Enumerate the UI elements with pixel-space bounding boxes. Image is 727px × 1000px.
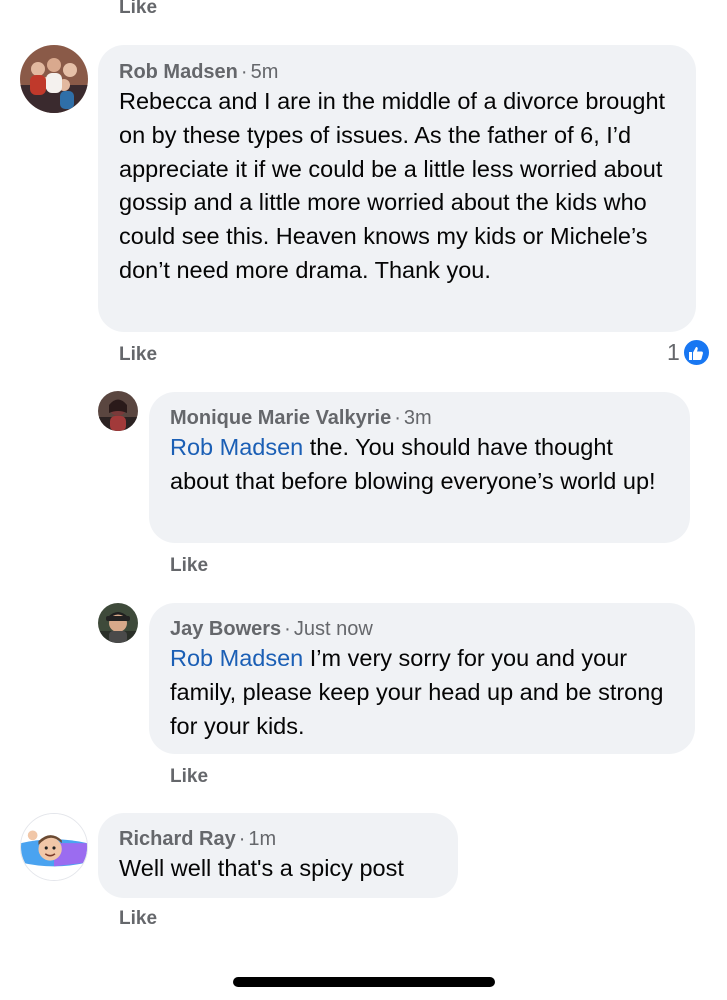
comment-meta: Monique Marie Valkyrie · 3m — [170, 407, 432, 429]
like-button[interactable]: Like — [119, 344, 157, 366]
comment-text-block: Rob Madsen I’m very sorry for you and yo… — [170, 642, 675, 743]
like-button[interactable]: Like — [170, 555, 208, 577]
comment-text: Well well that's a spicy post — [119, 855, 404, 881]
comment-author[interactable]: Monique Marie Valkyrie — [170, 407, 391, 429]
comment-text-block: Rob Madsen the. You should have thought … — [170, 431, 670, 499]
comment-time: 3m — [403, 407, 432, 429]
avatar[interactable] — [98, 391, 138, 431]
thumbs-up-icon — [681, 338, 711, 367]
comment-meta: Rob Madsen · 5m — [119, 61, 279, 83]
profile-photo-icon — [98, 603, 138, 643]
avatar[interactable] — [20, 813, 88, 881]
avatar[interactable] — [20, 45, 88, 113]
reaction-count: 1 — [667, 339, 680, 365]
comment-author[interactable]: Richard Ray — [119, 828, 236, 850]
home-indicator[interactable] — [233, 977, 495, 987]
avatar[interactable] — [98, 603, 138, 643]
avatar-character-icon — [21, 814, 87, 880]
comment-text: Rebecca and I are in the middle of a div… — [119, 88, 666, 283]
profile-photo-icon — [98, 391, 138, 431]
comment-meta: Richard Ray · 1m — [119, 828, 277, 850]
comment-bubble: Richard Ray · 1m Well well that's a spicy … — [98, 813, 458, 898]
like-button[interactable]: Like — [119, 908, 157, 930]
comment-bubble: Jay Bowers · Just now Rob Madsen I’m very … — [149, 603, 695, 754]
family-photo-icon — [20, 45, 88, 113]
mention-link[interactable]: Rob Madsen — [170, 645, 303, 671]
comment-author[interactable]: Jay Bowers — [170, 618, 281, 640]
comment-time: 5m — [250, 61, 279, 83]
comment-bubble: Monique Marie Valkyrie · 3m Rob Madsen the… — [149, 392, 690, 543]
comment-author[interactable]: Rob Madsen — [119, 61, 238, 83]
mention-link[interactable]: Rob Madsen — [170, 434, 303, 460]
comment-bubble: Rob Madsen · 5m Rebecca and I are in the m… — [98, 45, 696, 332]
like-button[interactable]: Like — [119, 0, 157, 19]
comment-time: 1m — [248, 828, 277, 850]
comment-meta: Jay Bowers · Just now — [170, 618, 373, 640]
comment-time: Just now — [293, 618, 373, 640]
like-button[interactable]: Like — [170, 766, 208, 788]
reaction-summary[interactable]: 1 — [667, 338, 711, 367]
